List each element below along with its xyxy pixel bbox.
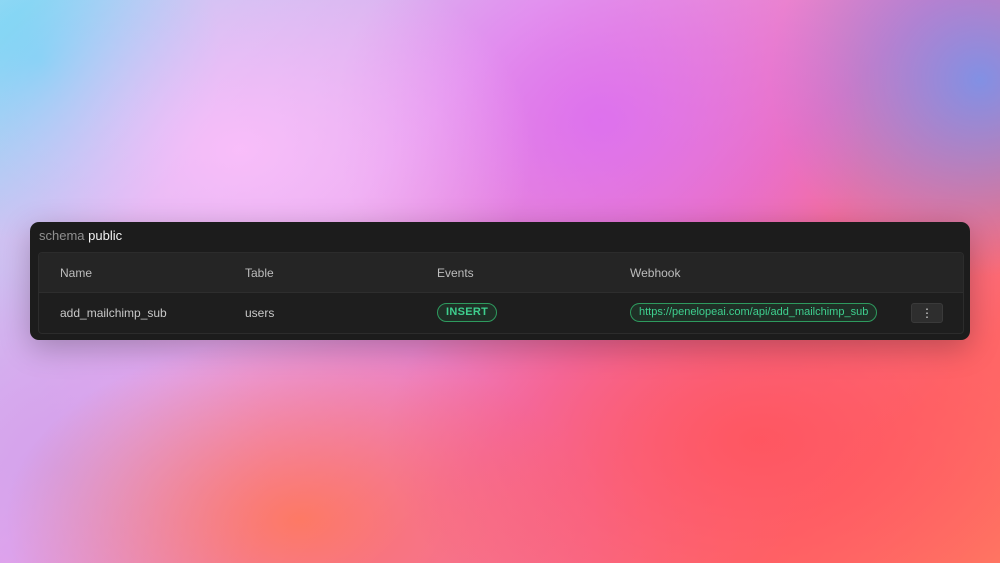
more-vertical-icon: ⋮: [921, 306, 933, 320]
event-badge: INSERT: [437, 303, 498, 322]
trigger-name: add_mailchimp_sub: [60, 306, 167, 320]
column-header-webhook: Webhook: [630, 266, 681, 280]
schema-selector: schema public: [39, 228, 122, 244]
table-header: Name Table Events Webhook: [39, 253, 963, 293]
schema-name[interactable]: public: [88, 228, 122, 243]
row-menu-button[interactable]: ⋮: [911, 303, 943, 323]
table-row: add_mailchimp_sub users INSERT https://p…: [39, 293, 963, 333]
trigger-table: users: [245, 306, 275, 320]
webhook-url-badge: https://penelopeai.com/api/add_mailchimp…: [630, 303, 878, 322]
triggers-table: Name Table Events Webhook add_mailchimp_…: [38, 252, 964, 334]
column-header-name: Name: [60, 266, 93, 280]
schema-label: schema: [39, 228, 85, 243]
triggers-panel: schema public Name Table Events Webhook …: [30, 222, 970, 340]
column-header-events: Events: [437, 266, 474, 280]
column-header-table: Table: [245, 266, 274, 280]
